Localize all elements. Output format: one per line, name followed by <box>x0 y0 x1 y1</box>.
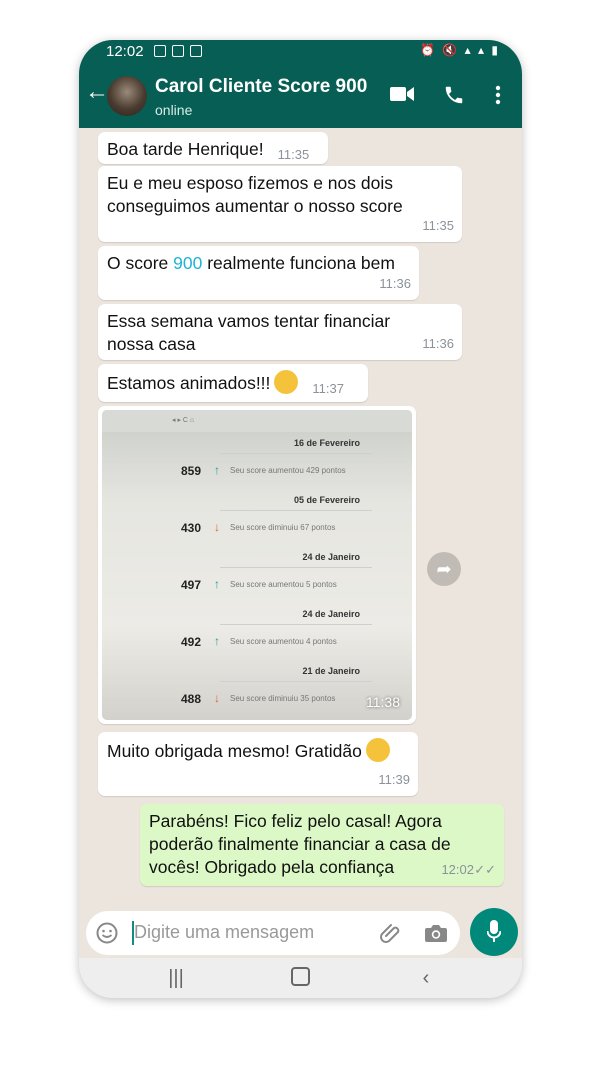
back-arrow-icon[interactable]: ← <box>85 80 109 104</box>
entry-score: 497 <box>181 578 202 592</box>
home-icon[interactable] <box>288 966 312 990</box>
message-placeholder[interactable]: Digite uma mensagem <box>134 922 314 943</box>
notification-icon <box>154 45 166 57</box>
arrow-up-icon: ↑ <box>214 634 220 648</box>
entry-date: 16 de Fevereiro <box>293 438 360 448</box>
message-time: 12:02 <box>441 862 474 877</box>
contact-name[interactable]: Carol Cliente Score 900 <box>155 76 367 98</box>
contact-status: online <box>155 102 193 118</box>
entry-score: 859 <box>181 464 202 478</box>
entry-description: Seu score diminuiu 67 pontos <box>230 523 336 532</box>
android-nav-bar: ||| ‹ <box>79 958 522 998</box>
message-text: Essa semana vamos tentar financiar nossa… <box>107 311 391 354</box>
recent-apps-icon[interactable]: ||| <box>164 966 188 990</box>
arrow-up-icon: ↑ <box>214 463 220 477</box>
entry-description: Seu score aumentou 5 pontos <box>230 580 337 589</box>
entry-score: 488 <box>181 692 202 706</box>
status-bar: 12:02 ⏰ 🔇 ▴ ▴ ▮ <box>79 40 522 64</box>
message-input[interactable]: Digite uma mensagem <box>86 911 460 955</box>
message-text-part: O score <box>107 253 174 273</box>
more-options-icon[interactable] <box>495 84 501 106</box>
microphone-icon <box>487 920 501 942</box>
notification-icon-3 <box>190 45 202 57</box>
status-icons: ⏰ 🔇 ▴ ▴ ▮ <box>420 43 500 57</box>
divider <box>220 624 372 625</box>
message-time: 11:35 <box>422 218 454 233</box>
message-text-part: Muito obrigada mesmo! Gratidão <box>107 741 362 761</box>
score-entry: 24 de Janeiro 497 ↑ Seu score aumentou 5… <box>102 546 412 603</box>
score-history-photo[interactable]: ◂ ▸ C ⌂ 16 de Fevereiro 859 ↑ Seu score … <box>102 410 412 720</box>
voice-call-icon[interactable] <box>443 84 465 106</box>
message-text-part: realmente funciona bem <box>202 253 395 273</box>
divider <box>220 567 372 568</box>
message-text: Estamos animados!!! <box>107 373 271 393</box>
message-bubble[interactable]: Muito obrigada mesmo! Gratidão 11:39 <box>98 732 418 796</box>
message-bubble[interactable]: O score 900 realmente funciona bem 11:36 <box>98 246 419 300</box>
chat-header: ← Carol Cliente Score 900 online <box>79 64 522 128</box>
message-time: 11:38 <box>366 694 400 710</box>
message-time: 11:36 <box>422 336 454 351</box>
message-text: Muito obrigada mesmo! Gratidão <box>107 738 408 763</box>
video-call-icon[interactable] <box>390 84 414 104</box>
entry-date: 21 de Janeiro <box>302 666 360 676</box>
chat-area[interactable]: Boa tarde Henrique! 11:35 Eu e meu esposo… <box>79 128 522 908</box>
arrow-down-icon: ↓ <box>214 520 220 534</box>
message-time: 11:39 <box>378 772 410 787</box>
message-time: 11:37 <box>312 381 344 396</box>
divider <box>220 453 372 454</box>
image-message[interactable]: ◂ ▸ C ⌂ 16 de Fevereiro 859 ↑ Seu score … <box>98 406 416 724</box>
message-bubble[interactable]: Essa semana vamos tentar financiar nossa… <box>98 304 462 360</box>
notification-icon-2 <box>172 45 184 57</box>
entry-date: 24 de Janeiro <box>302 609 360 619</box>
kissing-emoji-icon <box>365 738 390 762</box>
arrow-down-icon: ↓ <box>214 691 220 705</box>
mic-button[interactable] <box>470 908 518 956</box>
browser-address-bar: ◂ ▸ C ⌂ <box>102 410 412 432</box>
message-text: O score 900 realmente funciona bem <box>107 252 409 275</box>
divider <box>220 681 372 682</box>
back-nav-icon[interactable]: ‹ <box>414 966 438 990</box>
message-bubble[interactable]: Eu e meu esposo fizemos e nos dois conse… <box>98 166 462 242</box>
score-entry: 16 de Fevereiro 859 ↑ Seu score aumentou… <box>102 432 412 489</box>
message-time: 11:35 <box>277 147 310 162</box>
message-time: 11:36 <box>379 276 411 291</box>
phone-frame: 12:02 ⏰ 🔇 ▴ ▴ ▮ ← Carol Cliente Score 90… <box>79 40 522 998</box>
score-entry: 24 de Janeiro 492 ↑ Seu score aumentou 4… <box>102 603 412 660</box>
star-struck-emoji-icon <box>274 370 299 394</box>
entry-date: 05 de Fevereiro <box>293 495 360 505</box>
entry-score: 492 <box>181 635 202 649</box>
avatar[interactable] <box>107 76 147 116</box>
entry-score: 430 <box>181 521 202 535</box>
message-bubble[interactable]: Estamos animados!!! 11:37 <box>98 364 368 402</box>
emoji-icon[interactable] <box>96 922 118 944</box>
entry-description: Seu score diminuiu 35 pontos <box>230 694 336 703</box>
message-text: Boa tarde Henrique! <box>107 139 264 159</box>
score-highlight: 900 <box>173 253 203 273</box>
attach-icon[interactable] <box>379 922 403 944</box>
message-bubble[interactable]: Boa tarde Henrique! 11:35 <box>98 132 328 164</box>
double-check-icon: ✓✓ <box>474 862 496 877</box>
camera-icon[interactable] <box>424 923 448 943</box>
status-time: 12:02 <box>106 43 144 60</box>
divider <box>220 510 372 511</box>
forward-icon[interactable]: ➦ <box>427 552 461 586</box>
arrow-up-icon: ↑ <box>214 577 220 591</box>
message-bubble-outgoing[interactable]: Parabéns! Fico feliz pelo casal! Agora p… <box>140 804 504 886</box>
score-entry: 05 de Fevereiro 430 ↓ Seu score diminuiu… <box>102 489 412 546</box>
entry-description: Seu score aumentou 429 pontos <box>230 466 346 475</box>
entry-description: Seu score aumentou 4 pontos <box>230 637 337 646</box>
entry-date: 24 de Janeiro <box>302 552 360 562</box>
message-text: Eu e meu esposo fizemos e nos dois conse… <box>107 173 403 216</box>
compose-bar: Digite uma mensagem <box>79 908 522 958</box>
